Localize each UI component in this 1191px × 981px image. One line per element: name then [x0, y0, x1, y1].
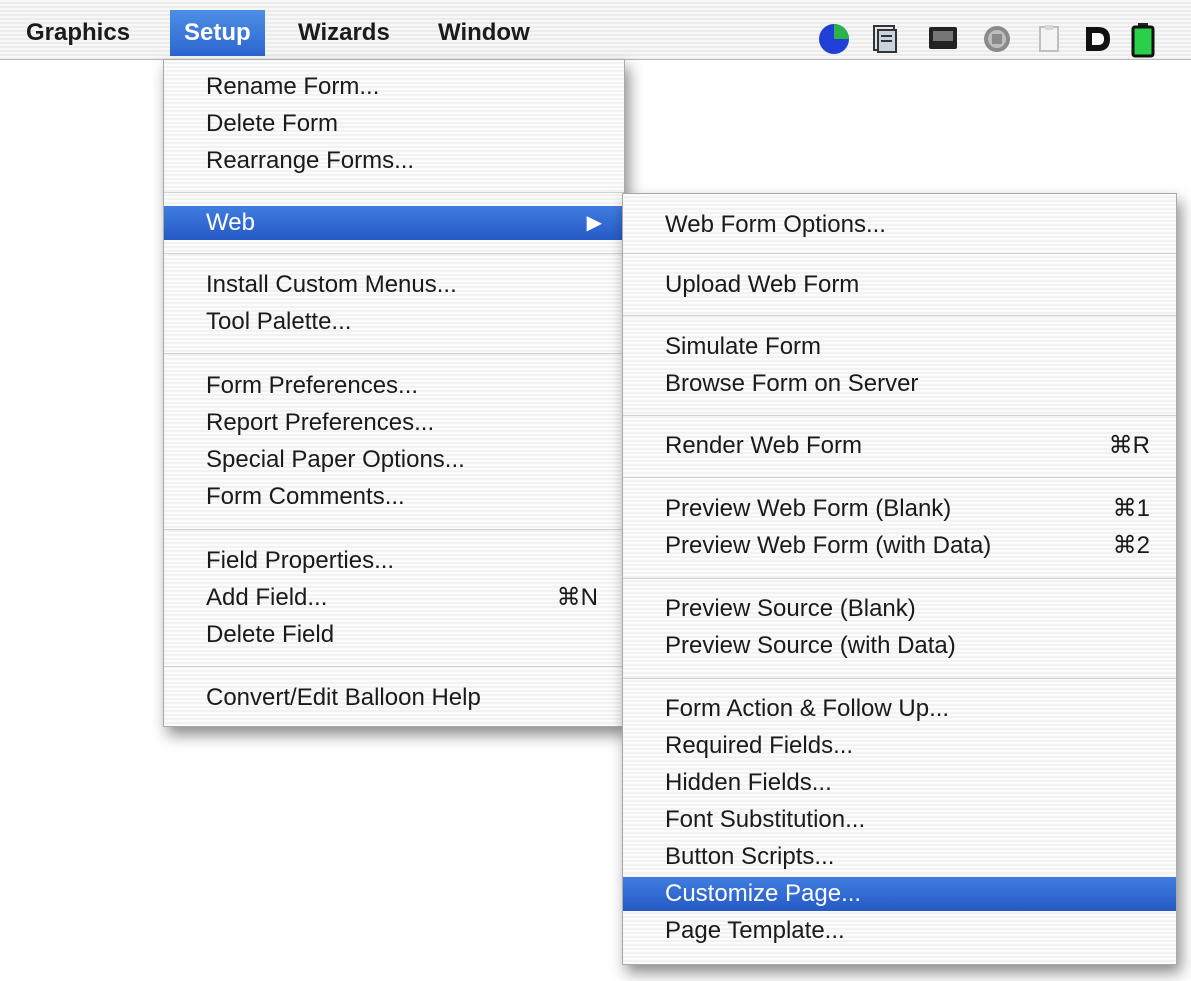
menu-separator: [623, 253, 1176, 254]
battery-icon[interactable]: [1130, 22, 1156, 58]
menu-item-hidden-fields[interactable]: Hidden Fields...: [623, 766, 1176, 800]
menu-item-install-custom-menus[interactable]: Install Custom Menus...: [164, 268, 624, 302]
menu-item-label: Add Field...: [206, 584, 328, 611]
menu-item-render-web-form[interactable]: Render Web Form ⌘R: [623, 429, 1176, 463]
menu-wizards[interactable]: Wizards: [284, 10, 404, 56]
menu-separator: [164, 192, 624, 193]
menu-item-preview-web-form-blank[interactable]: Preview Web Form (Blank) ⌘1: [623, 492, 1176, 526]
menu-item-delete-form[interactable]: Delete Form: [164, 107, 624, 141]
menu-item-upload-web-form[interactable]: Upload Web Form: [623, 268, 1176, 302]
menu-item-field-properties[interactable]: Field Properties...: [164, 544, 624, 578]
display-icon[interactable]: [926, 22, 960, 56]
script-icon[interactable]: [870, 22, 900, 56]
menu-setup[interactable]: Setup: [170, 10, 265, 56]
setup-menu: Rename Form... Delete Form Rearrange For…: [163, 59, 625, 727]
menu-item-button-scripts[interactable]: Button Scripts...: [623, 840, 1176, 874]
menu-window[interactable]: Window: [424, 10, 544, 56]
menu-item-simulate-form[interactable]: Simulate Form: [623, 330, 1176, 364]
menu-item-label: Preview Web Form (Blank): [665, 495, 952, 522]
menu-item-preview-web-form-with-data[interactable]: Preview Web Form (with Data) ⌘2: [623, 529, 1176, 563]
menu-separator: [164, 353, 624, 354]
clipboard-icon[interactable]: [1034, 22, 1064, 56]
menu-item-browse-form-on-server[interactable]: Browse Form on Server: [623, 367, 1176, 401]
menu-item-web[interactable]: Web ▶: [164, 206, 624, 240]
menu-graphics[interactable]: Graphics: [12, 10, 144, 56]
web-submenu: Web Form Options... Upload Web Form Simu…: [622, 193, 1177, 965]
menu-item-web-form-options[interactable]: Web Form Options...: [623, 208, 1176, 242]
globe-icon[interactable]: [980, 22, 1014, 56]
menu-item-form-action-follow-up[interactable]: Form Action & Follow Up...: [623, 692, 1176, 726]
menu-item-report-preferences[interactable]: Report Preferences...: [164, 406, 624, 440]
menu-item-tool-palette[interactable]: Tool Palette...: [164, 305, 624, 339]
menu-separator: [164, 253, 624, 254]
menu-bar: Graphics Setup Wizards Window: [0, 0, 1191, 60]
menu-item-page-template[interactable]: Page Template...: [623, 914, 1176, 948]
menu-separator: [623, 678, 1176, 679]
shortcut-label: ⌘1: [1112, 495, 1150, 522]
menu-separator: [164, 666, 624, 667]
menu-item-special-paper-options[interactable]: Special Paper Options...: [164, 443, 624, 477]
menu-item-form-comments[interactable]: Form Comments...: [164, 480, 624, 514]
menu-separator: [623, 415, 1176, 416]
menu-item-label: Preview Web Form (with Data): [665, 532, 992, 559]
menu-item-rearrange-forms[interactable]: Rearrange Forms...: [164, 144, 624, 178]
d-letter-icon[interactable]: [1080, 22, 1114, 56]
menu-item-required-fields[interactable]: Required Fields...: [623, 729, 1176, 763]
menu-item-font-substitution[interactable]: Font Substitution...: [623, 803, 1176, 837]
shortcut-label: ⌘2: [1112, 532, 1150, 559]
menu-item-form-preferences[interactable]: Form Preferences...: [164, 369, 624, 403]
menu-item-delete-field[interactable]: Delete Field: [164, 618, 624, 652]
shortcut-label: ⌘R: [1108, 432, 1150, 459]
menu-item-preview-source-with-data[interactable]: Preview Source (with Data): [623, 629, 1176, 663]
menu-item-label: Render Web Form: [665, 432, 862, 459]
menu-item-add-field[interactable]: Add Field... ⌘N: [164, 581, 624, 615]
menu-item-label: Web: [206, 209, 255, 236]
menu-separator: [623, 477, 1176, 478]
menu-item-customize-page[interactable]: Customize Page...: [623, 877, 1176, 911]
menu-separator: [623, 578, 1176, 579]
menu-item-rename-form[interactable]: Rename Form...: [164, 70, 624, 104]
menu-item-preview-source-blank[interactable]: Preview Source (Blank): [623, 592, 1176, 626]
shortcut-label: ⌘N: [556, 584, 598, 611]
pie-chart-icon[interactable]: [817, 22, 851, 56]
menu-item-convert-edit-balloon-help[interactable]: Convert/Edit Balloon Help: [164, 681, 624, 715]
submenu-arrow-icon: ▶: [586, 212, 602, 234]
menu-separator: [164, 529, 624, 530]
menu-separator: [623, 315, 1176, 316]
